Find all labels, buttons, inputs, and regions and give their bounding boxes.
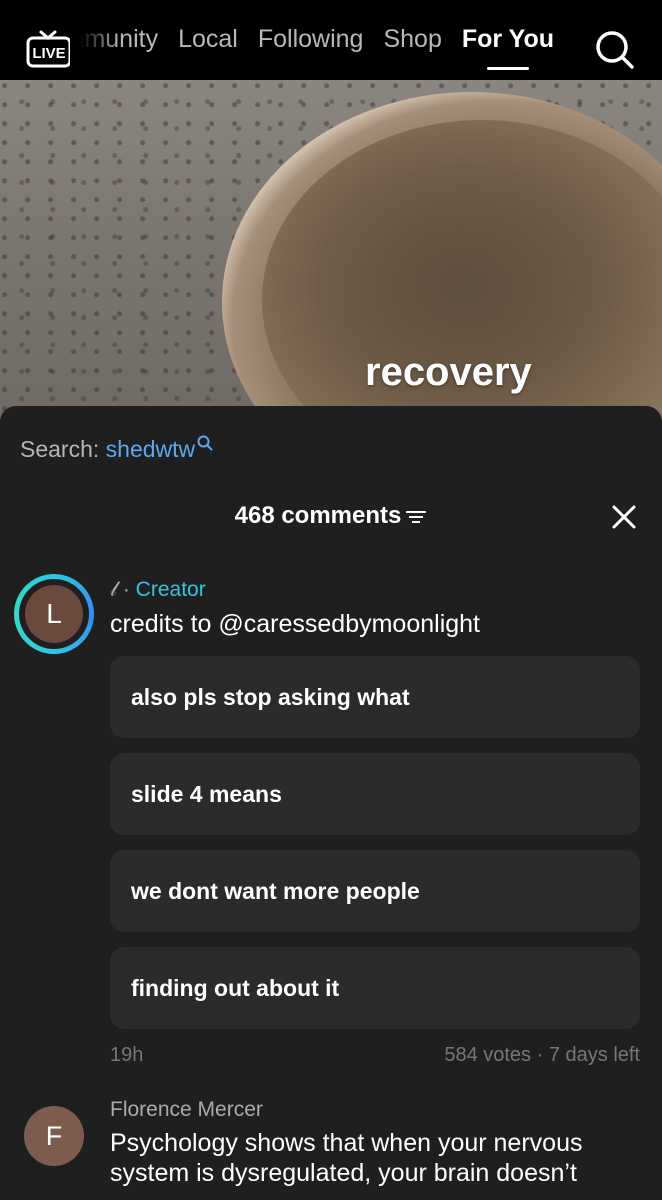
comment-time: 19h [110,1044,144,1066]
poll-option-label: slide 4 means [131,781,282,807]
comments-sheet: Search: shedwtw 468 comments L 𝓁 · Creat… [0,406,662,1200]
comment-text: Psychology shows that when your nervous … [110,1129,583,1187]
comments-count-header: 468 comments [0,502,662,530]
creator-avatar[interactable]: L [14,574,94,654]
search-term-link[interactable]: shedwtw [106,436,195,462]
tabs-fade [70,0,120,80]
search-icon [596,31,634,69]
top-nav-bar: LIVE Community Local Following Shop For … [0,0,662,80]
tab-for-you[interactable]: For You [462,26,554,54]
search-button[interactable] [593,28,637,72]
live-tv-icon: LIVE [26,30,72,68]
comments-count: 468 comments [234,502,402,529]
poll-option[interactable]: also pls stop asking what [110,656,640,738]
avatar-letter: L [25,585,83,643]
poll-option[interactable]: finding out about it [110,947,640,1029]
poll-votes-info: 584 votes · 7 days left [444,1044,640,1066]
close-icon [612,505,636,529]
video-overlay-text: recovery [365,350,532,394]
tab-local[interactable]: Local [178,26,238,54]
tab-following[interactable]: Following [258,26,364,54]
feed-tabs: Community Local Following Shop For You [70,0,590,80]
meta-separator: · [122,578,130,601]
poll-option[interactable]: slide 4 means [110,753,640,835]
close-button[interactable] [611,504,637,530]
sort-icon[interactable] [405,509,427,525]
poll-option-label: also pls stop asking what [131,684,410,710]
author-mark[interactable]: 𝓁 [110,578,117,601]
comment-author[interactable]: Florence Mercer [110,1098,263,1122]
search-small-icon [197,435,213,451]
tab-shop[interactable]: Shop [383,26,441,54]
poll-option-label: finding out about it [131,975,340,1001]
poll-option[interactable]: we dont want more people [110,850,640,932]
comment-author-line: 𝓁 · Creator [110,578,206,602]
commenter-avatar[interactable]: F [24,1106,84,1166]
creator-badge: Creator [135,578,206,601]
search-suggestion[interactable]: Search: shedwtw [20,435,214,463]
live-button[interactable]: LIVE [26,28,72,70]
poll-option-label: we dont want more people [131,878,420,904]
video-player[interactable]: recovery [0,80,662,420]
comment-text: credits to @caressedbymoonlight [110,610,480,638]
svg-text:LIVE: LIVE [32,45,65,62]
search-prefix: Search: [20,436,100,462]
